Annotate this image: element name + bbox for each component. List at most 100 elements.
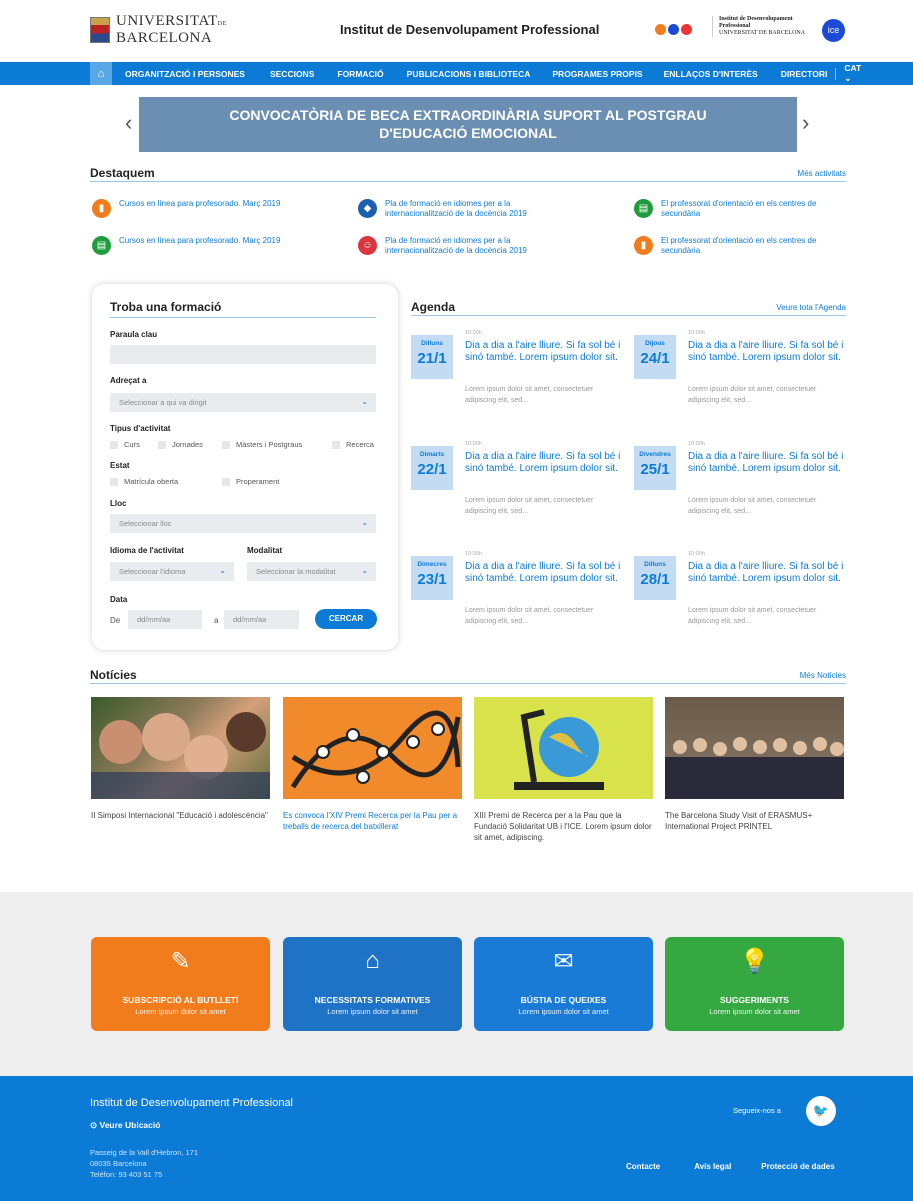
news-image-molecule[interactable] <box>283 697 462 799</box>
place-label: Lloc <box>110 499 127 508</box>
date-from-input[interactable]: dd/mm/aa <box>128 610 202 629</box>
mode-placeholder: Seleccionar la modalitat <box>256 567 336 576</box>
footer-link-avis-legal[interactable]: Avís legal <box>694 1162 731 1171</box>
event-date-badge: Dimecres 23/1 <box>411 556 453 600</box>
home-icon[interactable]: ⌂ <box>90 62 112 85</box>
tile-mailbox[interactable]: ✉ BÚSTIA DE QUEIXES Lorem ipsum dolor sit … <box>474 937 653 1031</box>
nav-item-seccions[interactable]: SECCIONS <box>270 69 314 79</box>
event-title[interactable]: Dia a dia a l'aire lliure. Si fa sol bé … <box>688 561 848 585</box>
type-curs-checkbox[interactable]: Curs <box>110 440 140 449</box>
event-title[interactable]: Dia a dia a l'aire lliure. Si fa sol bé … <box>465 340 625 364</box>
language-selector[interactable]: CAT ⌄ <box>844 63 861 84</box>
type-masters-checkbox[interactable]: Màsters i Postgraus <box>222 440 302 449</box>
tile-reader[interactable]: ⌂ NECESSITATS FORMATIVES Lorem ipsum dolor… <box>283 937 462 1031</box>
mes-activitats-link[interactable]: Més activitats <box>798 169 846 178</box>
banner-prev-arrow-icon[interactable]: ‹ <box>125 110 132 136</box>
nav-item-programes[interactable]: PROGRAMES PROPIS <box>552 69 642 79</box>
banner-next-arrow-icon[interactable]: › <box>802 110 809 136</box>
mode-select[interactable]: Seleccionar la modalitat ⌄ <box>247 562 376 581</box>
news-text-3[interactable]: XIII Premi de Recerca per a la Pau que l… <box>474 810 654 843</box>
event-day: Dimecres <box>417 561 447 568</box>
news-text-4[interactable]: The Barcelona Study Visit of ERASMUS+ In… <box>665 810 845 832</box>
status-oberta-checkbox[interactable]: Matrícula oberta <box>110 477 178 486</box>
destaquem-item[interactable]: ▤ El professorat d'orientació en els cent… <box>634 199 844 219</box>
lightbulb-icon: 💡 <box>739 948 770 975</box>
footer: Institut de Desenvolupament Professional… <box>0 1076 913 1201</box>
footer-links: Contacte Avís legal Protecció de dades <box>626 1162 835 1171</box>
destaquem-item[interactable]: ▤ Cursos en línea para profesorado. Març … <box>92 236 302 255</box>
news-header: Notícies Més Notícies <box>90 668 846 684</box>
keyword-input[interactable] <box>110 345 376 364</box>
date-to-input[interactable]: dd/mm/aa <box>224 610 299 629</box>
event-desc: Lorem ipsum dolor sit amet, consectetuer… <box>688 497 817 515</box>
type-jornades-checkbox[interactable]: Jornades <box>158 440 203 449</box>
people-icon: ☺ <box>358 236 377 255</box>
mes-noticies-link[interactable]: Més Notícies <box>800 671 846 680</box>
place-select[interactable]: Seleccionar lloc ⌄ <box>110 514 376 533</box>
type-recerca-checkbox[interactable]: Recerca <box>332 440 374 449</box>
site-title[interactable]: Institut de Desenvolupament Professional <box>340 22 599 37</box>
audience-label: Adreçat a <box>110 376 147 385</box>
agenda-event[interactable]: Dijous 24/1 10:00h Dia a dia a l'aire lliur… <box>634 330 844 430</box>
nav-item-enllacos[interactable]: ENLLAÇOS D'INTERÈS <box>664 69 758 79</box>
event-title[interactable]: Dia a dia a l'aire lliure. Si fa sol bé … <box>465 451 625 475</box>
news-image-globe[interactable] <box>474 697 653 799</box>
event-date: 23/1 <box>417 571 447 588</box>
event-day: Divendres <box>639 451 671 458</box>
destaquem-item[interactable]: ◆ Pla de formació en idiomes per a la int… <box>358 199 568 219</box>
event-desc: Lorem ipsum dolor sit amet, consectetuer… <box>465 497 594 515</box>
idp-logo[interactable]: Institut de Desenvolupament Professional… <box>712 16 812 37</box>
destaquem-item-text: Cursos en línea para profesorado. Març 2… <box>119 199 281 208</box>
status-properament-checkbox[interactable]: Properament <box>222 477 279 486</box>
news-image-students[interactable] <box>91 697 270 799</box>
event-time: 10:00h <box>688 441 705 447</box>
event-date: 28/1 <box>640 571 670 588</box>
audience-select[interactable]: Seleccionar a qui va dirigit ⌄ <box>110 393 376 412</box>
destaquem-item[interactable]: ▮ El professorat d'orientació en els cent… <box>634 236 844 256</box>
mode-label: Modalitat <box>247 546 283 555</box>
keyword-label: Paraula clau <box>110 330 158 339</box>
agenda-event[interactable]: Dilluns 28/1 10:00h Dia a dia a l'aire lliu… <box>634 551 844 651</box>
ub-logo[interactable]: UNIVERSITATDE BARCELONA <box>90 14 227 46</box>
date-to-label: a <box>214 616 219 625</box>
nav-item-organitzacio[interactable]: ORGANITZACIÓ I PERSONES <box>125 69 245 79</box>
event-date-badge: Dilluns 21/1 <box>411 335 453 379</box>
event-title[interactable]: Dia a dia a l'aire lliure. Si fa sol bé … <box>465 561 625 585</box>
event-title[interactable]: Dia a dia a l'aire lliure. Si fa sol bé … <box>688 451 848 475</box>
agenda-event[interactable]: Dilluns 21/1 10:00h Dia a dia a l'aire lliu… <box>411 330 621 430</box>
nav-item-formacio[interactable]: FORMACIÓ <box>337 69 383 79</box>
agenda-event[interactable]: Dimarts 22/1 10:00h Dia a dia a l'aire lliu… <box>411 441 621 541</box>
nav-item-publicacions[interactable]: PUBLICACIONS I BIBLIOTECA <box>407 69 531 79</box>
search-button[interactable]: CERCAR <box>315 609 377 629</box>
students-photo-icon <box>91 712 270 799</box>
chevron-down-icon: ⌄ <box>844 73 852 83</box>
agenda-header: Agenda Veure tota l'Agenda <box>411 300 846 316</box>
footer-link-contacte[interactable]: Contacte <box>626 1162 660 1171</box>
banner[interactable]: CONVOCATÒRIA DE BECA EXTRAORDINÀRIA SUPO… <box>139 97 797 152</box>
agenda-event[interactable]: Divendres 25/1 10:00h Dia a dia a l'aire ll… <box>634 441 844 541</box>
location-link[interactable]: ⊙ Veure Ubicació <box>90 1120 160 1131</box>
news-text-1[interactable]: II Simposi Internacional "Educació i ado… <box>91 810 271 821</box>
lang-select[interactable]: Seleccionar l'idioma ⌄ <box>110 562 234 581</box>
ice-logo[interactable]: ice <box>822 19 845 42</box>
location-pin-icon: ⊙ <box>90 1120 98 1130</box>
tile-lightbulb[interactable]: 💡 SUGGERIMENTS Lorem ipsum dolor sit amet <box>665 937 844 1031</box>
nav-items: ORGANITZACIÓ I PERSONES SECCIONS FORMACI… <box>125 62 861 85</box>
event-desc: Lorem ipsum dolor sit amet, consectetuer… <box>688 386 817 404</box>
status-label: Estat <box>110 461 130 470</box>
veure-agenda-link[interactable]: Veure tota l'Agenda <box>776 303 846 312</box>
nav-item-directori[interactable]: DIRECTORI <box>781 69 828 79</box>
tile-newsletter[interactable]: ✎ SUBSCRIPCIÓ AL BUTLLETÍ Lorem ipsum dolo… <box>91 937 270 1031</box>
news-text-2[interactable]: Es convoca l'XIV Premi Recerca per la Pa… <box>283 810 463 832</box>
destaquem-item-text: Pla de formació en idiomes per a la inte… <box>385 236 527 255</box>
destaquem-item[interactable]: ▮ Cursos en línea para profesorado. Març … <box>92 199 302 218</box>
twitter-icon[interactable]: 🐦 <box>806 1096 836 1126</box>
agenda-event[interactable]: Dimecres 23/1 10:00h Dia a dia a l'aire lli… <box>411 551 621 651</box>
event-title[interactable]: Dia a dia a l'aire lliure. Si fa sol bé … <box>688 340 848 364</box>
news-image-group[interactable] <box>665 697 844 799</box>
event-date: 24/1 <box>640 350 670 367</box>
event-date: 21/1 <box>417 350 447 367</box>
footer-link-proteccio[interactable]: Protecció de dades <box>761 1162 834 1171</box>
destaquem-item[interactable]: ☺ Pla de formació en idiomes per a la int… <box>358 236 568 256</box>
lang-label: Idioma de l'activitat <box>110 546 184 555</box>
